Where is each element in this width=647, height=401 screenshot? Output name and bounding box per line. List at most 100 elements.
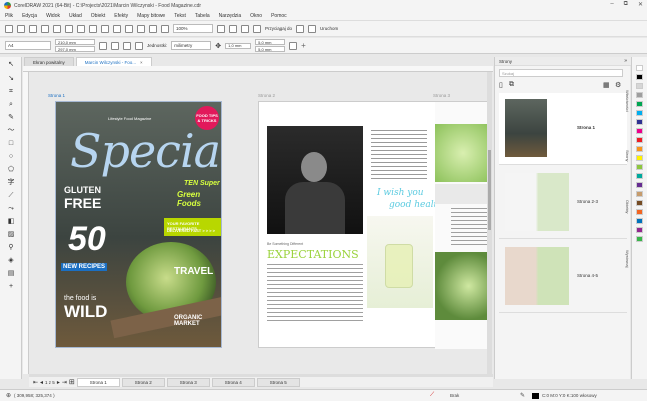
magazine-cover-page[interactable]: FOOD TIPS & TRICKS Lifestyle Food Magazi…: [55, 101, 222, 348]
full-screen-icon[interactable]: [217, 24, 225, 33]
export-icon[interactable]: [149, 24, 157, 33]
palette-swatch[interactable]: [636, 182, 643, 188]
menu-text[interactable]: Tekst: [174, 13, 186, 19]
show-rulers-icon[interactable]: [229, 24, 237, 33]
parallel-dimension-icon[interactable]: ⟋: [7, 192, 15, 200]
interactive-fill-icon[interactable]: ◈: [7, 257, 15, 265]
eyedropper-icon[interactable]: ⚲: [7, 244, 15, 252]
undo-icon[interactable]: [101, 24, 109, 33]
show-guidelines-icon[interactable]: [253, 24, 261, 33]
palette-swatch[interactable]: [636, 236, 643, 242]
options-gear-icon[interactable]: [296, 24, 305, 33]
save-icon[interactable]: [29, 24, 37, 33]
page-width-field[interactable]: 210,0 mm: [55, 39, 95, 45]
paper-size-select[interactable]: A4: [5, 41, 51, 50]
align-side-tab[interactable]: Wyrównaj: [622, 250, 630, 268]
treat-as-filled-icon[interactable]: [289, 41, 298, 50]
palette-swatch[interactable]: [636, 146, 643, 152]
pages-side-tab[interactable]: Strony: [622, 150, 630, 162]
menu-help[interactable]: Pomoc: [271, 13, 287, 19]
add-icon[interactable]: +: [301, 41, 306, 50]
palette-swatch[interactable]: [636, 200, 643, 206]
palette-swatch[interactable]: [636, 92, 643, 98]
nudge-distance-field[interactable]: 1,0 mm: [225, 42, 252, 49]
zoom-select[interactable]: 100%: [173, 24, 213, 33]
palette-swatch[interactable]: [636, 137, 643, 143]
add-page-icon[interactable]: ⊞: [69, 378, 75, 386]
palette-swatch[interactable]: [636, 164, 643, 170]
page-tab-3[interactable]: Strona 3: [166, 377, 210, 387]
paste-icon[interactable]: [89, 24, 97, 33]
units-select[interactable]: milimetry: [171, 41, 212, 50]
duplicate-y-field[interactable]: 5,0 mm: [255, 46, 286, 52]
page-tab-2[interactable]: Strona 2: [121, 377, 165, 387]
launch-label[interactable]: Uruchom: [320, 26, 338, 31]
tab-welcome-screen[interactable]: Ekran powitalny: [24, 57, 74, 66]
outline-pen-icon[interactable]: ✎: [520, 392, 525, 399]
palette-swatch[interactable]: [636, 110, 643, 116]
menu-edit[interactable]: Edycja: [22, 13, 37, 19]
cloud-icon[interactable]: [41, 24, 49, 33]
import-icon[interactable]: [137, 24, 145, 33]
snap-to-label[interactable]: Przyciągaj do: [265, 26, 292, 31]
prev-page-icon[interactable]: ◂: [40, 379, 43, 386]
pick-tool-icon[interactable]: ↖: [7, 61, 15, 69]
maximize-button[interactable]: ⧉: [624, 1, 628, 8]
drop-shadow-icon[interactable]: ◧: [7, 218, 15, 226]
current-page-icon[interactable]: [135, 41, 143, 50]
duplicate-page-icon[interactable]: ⧉: [509, 81, 514, 89]
print-icon[interactable]: [53, 24, 61, 33]
polygon-tool-icon[interactable]: ⬠: [7, 166, 15, 174]
rectangle-tool-icon[interactable]: □: [7, 140, 15, 148]
palette-swatch[interactable]: [636, 128, 643, 134]
fill-indicator-icon[interactable]: ⟋: [430, 392, 434, 399]
freehand-tool-icon[interactable]: ✎: [7, 114, 15, 122]
palette-swatch[interactable]: [636, 74, 643, 80]
menu-bitmaps[interactable]: Mapy bitowe: [137, 13, 165, 19]
menu-layout[interactable]: Układ: [69, 13, 82, 19]
docker-search-input[interactable]: Szukaj: [499, 69, 623, 77]
close-button[interactable]: ✕: [638, 1, 643, 8]
palette-swatch[interactable]: [636, 218, 643, 224]
menu-tools[interactable]: Narzędzia: [219, 13, 242, 19]
minimize-button[interactable]: –: [610, 1, 613, 8]
menu-window[interactable]: Okno: [250, 13, 262, 19]
menu-table[interactable]: Tabela: [195, 13, 210, 19]
palette-swatch[interactable]: [636, 173, 643, 179]
text-tool-icon[interactable]: 字: [7, 179, 15, 187]
page-thumbnail-row-2[interactable]: Strona 2-3: [499, 167, 627, 239]
search-icon[interactable]: [125, 24, 133, 33]
docker-settings-gear-icon[interactable]: ⚙: [615, 81, 621, 89]
palette-swatch[interactable]: [636, 227, 643, 233]
ellipse-tool-icon[interactable]: ○: [7, 153, 15, 161]
show-grid-icon[interactable]: [241, 24, 249, 33]
last-page-icon[interactable]: ⇥: [62, 379, 67, 386]
palette-swatch[interactable]: [636, 155, 643, 161]
connector-tool-icon[interactable]: ⤳: [7, 205, 15, 213]
zoom-tool-icon[interactable]: ⌕: [7, 101, 15, 109]
palette-swatch[interactable]: [636, 191, 643, 197]
palette-swatch[interactable]: [636, 65, 643, 71]
next-page-icon[interactable]: ▸: [57, 379, 60, 386]
copy-icon[interactable]: [77, 24, 85, 33]
close-tab-icon[interactable]: ×: [140, 60, 143, 65]
palette-swatch[interactable]: [636, 101, 643, 107]
transparency-tool-icon[interactable]: ▨: [7, 231, 15, 239]
view-mode-icon[interactable]: ▦: [603, 81, 610, 89]
page-icon[interactable]: ▯: [499, 81, 503, 89]
shape-tool-icon[interactable]: ↘: [7, 75, 15, 83]
docker-close-icon[interactable]: »: [624, 58, 627, 64]
palette-swatch[interactable]: [636, 119, 643, 125]
artistic-media-icon[interactable]: 〜: [7, 127, 15, 135]
page-tab-4[interactable]: Strona 4: [211, 377, 255, 387]
menu-view[interactable]: Widok: [46, 13, 60, 19]
duplicate-x-field[interactable]: 5,0 mm: [255, 39, 286, 45]
page-thumbnail-row-1[interactable]: Strona 1: [499, 93, 627, 165]
publish-pdf-icon[interactable]: [161, 24, 169, 33]
launch-app-icon[interactable]: [308, 24, 317, 33]
page-spread-2-3[interactable]: I wish you good health. Be Something Dif…: [258, 101, 491, 349]
open-icon[interactable]: [17, 24, 25, 33]
portrait-icon[interactable]: [99, 41, 107, 50]
menu-effects[interactable]: Efekty: [114, 13, 128, 19]
menu-object[interactable]: Obiekt: [91, 13, 105, 19]
